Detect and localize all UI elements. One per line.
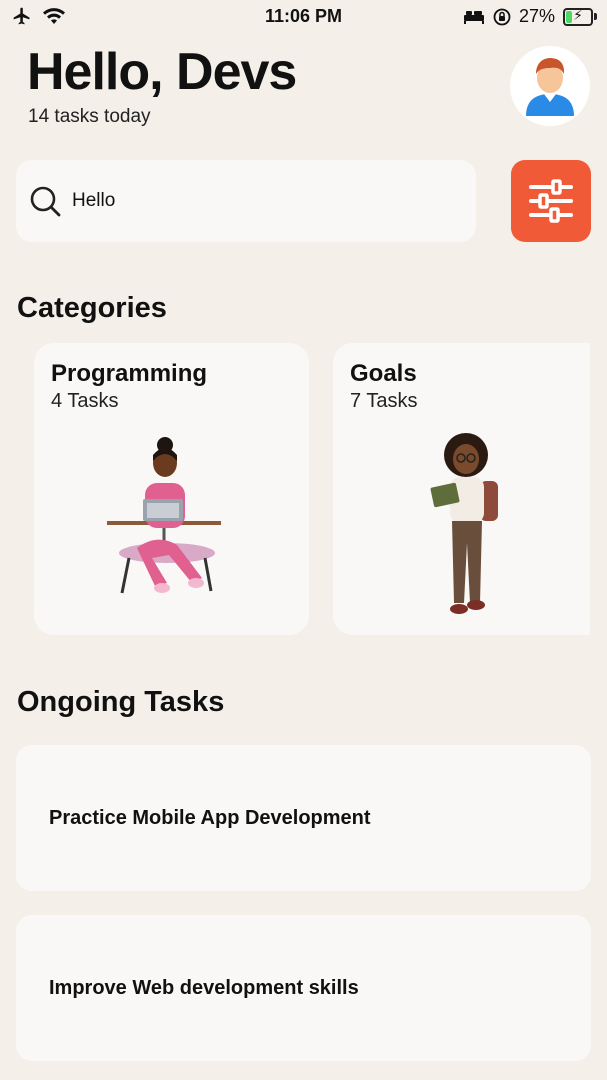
search-icon <box>30 186 61 217</box>
category-card-goals[interactable]: Goals 7 Tasks <box>333 343 590 635</box>
battery-percent: 27% <box>518 6 555 26</box>
categories-carousel[interactable]: Programming 4 Tasks Goals 7 Tasks <box>34 343 590 635</box>
category-card-programming[interactable]: Programming 4 Tasks <box>34 343 309 635</box>
category-title: Goals <box>350 360 417 387</box>
bed-icon <box>463 10 484 24</box>
avatar[interactable] <box>510 46 590 126</box>
search-input[interactable] <box>72 190 452 212</box>
tasks-today-count: 14 tasks today <box>28 106 151 127</box>
programming-illustration <box>34 433 309 623</box>
goals-illustration <box>333 433 590 623</box>
filter-button[interactable] <box>511 160 591 242</box>
task-title: Improve Web development skills <box>49 976 359 999</box>
task-card[interactable]: Improve Web development skills <box>16 915 591 1061</box>
user-avatar-icon <box>526 58 574 116</box>
ongoing-tasks-title: Ongoing Tasks <box>17 686 225 718</box>
search-bar <box>16 160 476 242</box>
greeting-title: Hello, Devs <box>27 43 297 101</box>
task-card[interactable]: Practice Mobile App Development <box>16 745 591 891</box>
sliders-icon <box>529 179 573 223</box>
category-count: 4 Tasks <box>51 390 119 412</box>
status-bar: 11:06 PM 27% ⚡ <box>0 0 607 34</box>
category-count: 7 Tasks <box>350 390 418 412</box>
battery-icon: ⚡ <box>563 7 597 26</box>
orientation-lock-icon <box>493 8 511 25</box>
categories-title: Categories <box>17 292 167 324</box>
category-title: Programming <box>51 360 208 387</box>
status-right: 27% ⚡ <box>463 6 597 27</box>
task-title: Practice Mobile App Development <box>49 806 371 829</box>
